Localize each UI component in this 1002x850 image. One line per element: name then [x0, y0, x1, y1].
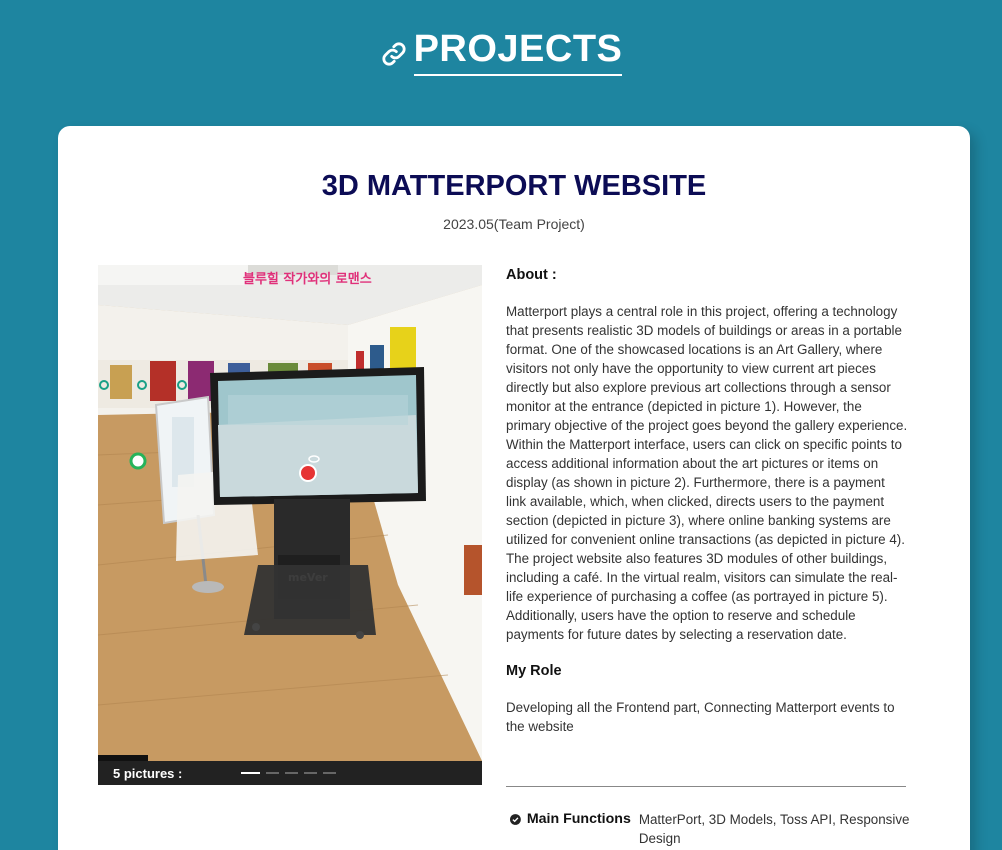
carousel-dot[interactable]	[323, 772, 336, 774]
carousel-dot[interactable]	[266, 772, 279, 774]
main-functions-label: Main Functions	[526, 811, 631, 827]
link-icon	[382, 42, 406, 66]
carousel-dots	[241, 772, 336, 774]
page-title: PROJECTS	[413, 28, 623, 76]
role-heading: My Role	[506, 663, 562, 679]
image-carousel[interactable]: 블루힐 작가와의 로맨스 meVer	[98, 265, 482, 785]
project-description: About : Matterport plays a central role …	[506, 266, 908, 754]
picture-count-label: 5 pictures :	[113, 765, 183, 781]
carousel-dot[interactable]	[285, 772, 298, 774]
role-body: Developing all the Frontend part, Connec…	[506, 700, 895, 734]
section-divider	[506, 786, 906, 787]
carousel-controls: 5 pictures :	[98, 761, 482, 785]
gallery-photo: 블루힐 작가와의 로맨스 meVer	[98, 265, 482, 761]
project-title: 3D MATTERPORT WEBSITE	[321, 170, 707, 202]
badge-check-icon	[510, 814, 521, 825]
carousel-dot[interactable]	[241, 772, 260, 774]
carousel-dot[interactable]	[304, 772, 317, 774]
banner-text: 블루힐 작가와의 로맨스	[243, 271, 372, 287]
project-date: 2023.05(Team Project)	[443, 216, 585, 232]
main-functions-value: MatterPort, 3D Models, Toss API, Respons…	[638, 812, 910, 846]
main-functions-row: Main Functions MatterPort, 3D Models, To…	[510, 810, 910, 848]
page-header: PROJECTS	[0, 28, 1002, 76]
about-body: Matterport plays a central role in this …	[506, 304, 908, 642]
project-card: 3D MATTERPORT WEBSITE 2023.05(Team Proje…	[58, 126, 970, 850]
about-heading: About :	[506, 267, 557, 283]
